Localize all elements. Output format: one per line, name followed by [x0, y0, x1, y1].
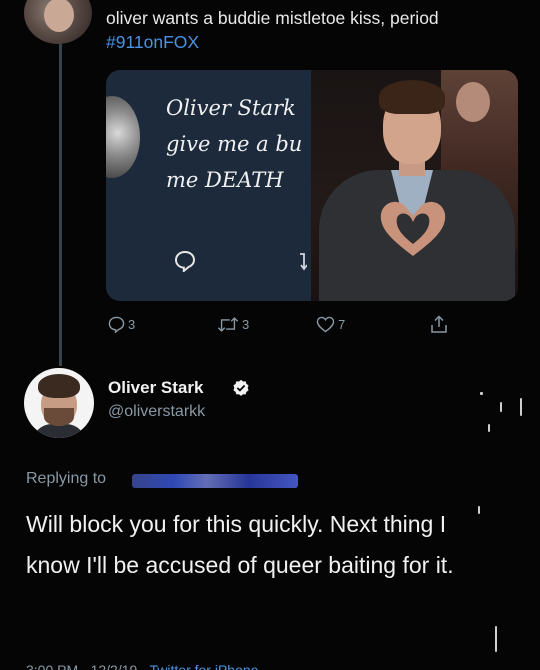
reply-action[interactable]: 3: [108, 312, 135, 336]
reply-bubble-icon: [108, 316, 125, 333]
heart-icon: [316, 316, 335, 332]
share-icon: [431, 314, 447, 333]
author-display-name[interactable]: Oliver Stark: [108, 378, 203, 398]
parent-tweet-body: oliver wants a buddie mistletoe kiss, pe…: [106, 8, 439, 28]
like-count: 7: [338, 316, 346, 332]
screenshot-text: Oliver Stark give me a bu me DEATH: [166, 96, 303, 192]
screen-artifact: [480, 392, 483, 395]
tweet-metadata: 3:00 PM · 12/2/19 · Twitter for iPhone: [26, 656, 258, 670]
meta-separator: ·: [141, 662, 150, 670]
reply-tweet-text: Will block you for this quickly. Next th…: [26, 511, 454, 578]
retweet-action[interactable]: 3: [217, 312, 249, 336]
reply-author-avatar[interactable]: [24, 368, 94, 438]
like-action[interactable]: 7: [316, 312, 345, 336]
avatar-beard: [44, 408, 74, 426]
tweet-date: 12/2/19: [90, 662, 138, 670]
thread-connector-line: [59, 44, 62, 366]
screenshot-avatar: [106, 96, 140, 178]
retweet-count: 3: [242, 316, 250, 332]
parent-tweet-text: oliver wants a buddie mistletoe kiss, pe…: [106, 6, 526, 54]
verified-badge-icon: [233, 379, 249, 396]
redacted-username: [132, 474, 298, 488]
screen-artifact: [488, 424, 490, 432]
screen-artifact: [500, 402, 502, 412]
parent-author-avatar[interactable]: [24, 0, 92, 44]
replying-to-label: Replying to: [26, 470, 107, 487]
avatar-shirt: [32, 424, 86, 438]
tweet-source[interactable]: Twitter for iPhone: [150, 662, 259, 670]
retweet-icon: [217, 316, 239, 332]
screenshot-retweet-icon: [300, 253, 307, 271]
share-action[interactable]: [430, 312, 448, 336]
media-image-photo[interactable]: [311, 70, 518, 301]
media-image-screenshot[interactable]: Oliver Stark give me a bu me DEATH: [106, 70, 311, 301]
background-figure: [456, 82, 490, 122]
avatar-hair: [38, 374, 80, 398]
screen-artifact: [495, 626, 497, 652]
screen-artifact: [520, 398, 522, 416]
tweet-time: 3:00 PM: [26, 662, 79, 670]
meta-separator: ·: [82, 662, 91, 670]
author-handle[interactable]: @oliverstarkk: [108, 403, 205, 421]
person-hair: [379, 80, 445, 114]
screen-artifact: [478, 506, 480, 514]
parent-tweet-actions: 3 3 7: [106, 312, 518, 336]
tweet-media[interactable]: Oliver Stark give me a bu me DEATH: [106, 70, 518, 301]
heart-hands-gesture: [380, 201, 446, 256]
hashtag-link[interactable]: #911onFOX: [106, 32, 199, 52]
avatar-face: [44, 0, 74, 32]
reply-count: 3: [128, 316, 136, 332]
screenshot-reply-icon: [174, 250, 196, 272]
